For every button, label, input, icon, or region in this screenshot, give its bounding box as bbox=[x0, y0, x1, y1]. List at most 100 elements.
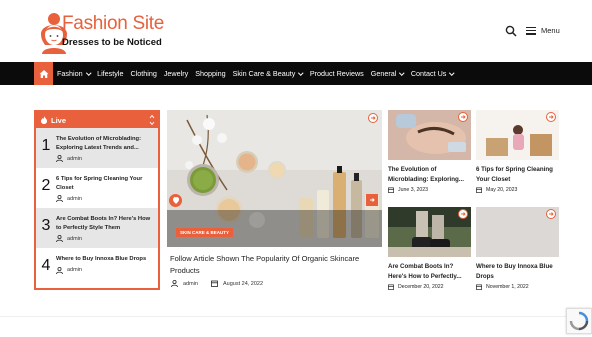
category-badge[interactable]: SKIN CARE & BEAUTY bbox=[176, 228, 234, 237]
live-list-item[interactable]: 2 6 Tips for Spring Cleaning Your Closet a… bbox=[36, 168, 158, 208]
live-item-author[interactable]: admin bbox=[67, 267, 82, 273]
user-icon bbox=[56, 235, 63, 242]
post-card-title[interactable]: The Evolution of Microblading: Exploring… bbox=[388, 165, 473, 184]
live-list-item[interactable]: 4 Where to Buy Innoxa Blue Drops admin bbox=[36, 248, 158, 288]
nav-item-label: Lifestyle bbox=[97, 69, 124, 78]
nav-item-label: Contact Us bbox=[410, 69, 447, 78]
calendar-icon bbox=[476, 284, 482, 290]
page: Fashion Site Dresses to be Noticed Menu … bbox=[0, 0, 592, 337]
open-arrow-icon[interactable] bbox=[458, 112, 468, 122]
live-heading: Live bbox=[51, 115, 67, 125]
live-item-body: Where to Buy Innoxa Blue Drops admin bbox=[56, 248, 158, 288]
site-tagline: Dresses to be Noticed bbox=[62, 37, 162, 48]
featured-date: August 24, 2022 bbox=[222, 280, 264, 287]
open-arrow-icon[interactable] bbox=[368, 113, 378, 123]
next-arrow-button[interactable] bbox=[366, 194, 378, 206]
chevron-down-icon bbox=[85, 70, 91, 75]
chevron-down-icon bbox=[298, 70, 304, 75]
live-item-number: 1 bbox=[41, 137, 51, 154]
post-card-image[interactable] bbox=[476, 207, 559, 257]
live-item-title[interactable]: Are Combat Boots In? Here's How to Perfe… bbox=[56, 215, 154, 232]
user-icon bbox=[56, 195, 63, 202]
calendar-icon bbox=[388, 284, 394, 290]
live-list-item[interactable]: 1 The Evolution of Microblading: Explorin… bbox=[36, 128, 158, 168]
post-card-meta: May 20, 2023 bbox=[476, 187, 517, 193]
live-item-title[interactable]: 6 Tips for Spring Cleaning Your Closet bbox=[56, 175, 154, 192]
open-arrow-icon[interactable] bbox=[546, 209, 556, 219]
open-arrow-icon[interactable] bbox=[458, 209, 468, 219]
live-item-author[interactable]: admin bbox=[67, 156, 82, 162]
home-button[interactable] bbox=[34, 62, 53, 85]
live-item-title[interactable]: Where to Buy Innoxa Blue Drops bbox=[56, 255, 154, 264]
nav-item-fashion[interactable]: Fashion bbox=[57, 69, 91, 78]
post-card-date: November 1, 2022 bbox=[486, 284, 529, 290]
post-card-image[interactable] bbox=[476, 110, 559, 160]
post-card-title[interactable]: Where to Buy Innoxa Blue Drops bbox=[476, 262, 561, 281]
live-item-author[interactable]: admin bbox=[67, 236, 82, 242]
live-item-number: 2 bbox=[41, 177, 51, 194]
post-card-date: June 3, 2023 bbox=[398, 187, 428, 193]
hamburger-icon bbox=[526, 26, 536, 35]
section-divider bbox=[0, 316, 592, 317]
home-icon bbox=[39, 69, 48, 78]
nav-item-product-reviews[interactable]: Product Reviews bbox=[310, 69, 364, 78]
post-card-title[interactable]: 6 Tips for Spring Cleaning Your Closet bbox=[476, 165, 561, 184]
post-card-image[interactable] bbox=[388, 207, 471, 257]
user-icon bbox=[171, 280, 178, 287]
post-card-image[interactable] bbox=[388, 110, 471, 160]
bookmark-icon[interactable] bbox=[169, 194, 182, 207]
featured-image[interactable] bbox=[167, 110, 382, 247]
featured-author[interactable]: admin bbox=[183, 281, 198, 287]
live-item-title[interactable]: The Evolution of Microblading: Exploring… bbox=[56, 135, 154, 152]
nav-item-label: Jewelry bbox=[163, 69, 189, 78]
nav-item-general[interactable]: General bbox=[370, 69, 405, 78]
chevron-down-icon bbox=[399, 70, 405, 75]
nav-items: Fashion Lifestyle Clothing Jewelry Shopping S… bbox=[57, 62, 455, 85]
post-card-meta: December 20, 2022 bbox=[388, 284, 444, 290]
recaptcha-badge[interactable] bbox=[566, 308, 592, 334]
menu-label: Menu bbox=[541, 26, 560, 35]
site-title[interactable]: Fashion Site bbox=[62, 13, 164, 35]
nav-item-clothing[interactable]: Clothing bbox=[130, 69, 156, 78]
nav-item-label: Shopping bbox=[195, 69, 226, 78]
calendar-icon bbox=[476, 187, 482, 193]
live-item-meta: admin bbox=[56, 155, 154, 162]
live-item-number: 4 bbox=[41, 257, 51, 274]
calendar-icon bbox=[211, 280, 218, 287]
live-item-number: 3 bbox=[41, 217, 51, 234]
flame-icon bbox=[41, 116, 47, 124]
nav-item-skin-care-beauty[interactable]: Skin Care & Beauty bbox=[232, 69, 304, 78]
live-item-meta: admin bbox=[56, 195, 154, 202]
user-icon bbox=[56, 155, 63, 162]
nav-item-label: General bbox=[370, 69, 397, 78]
live-item-meta: admin bbox=[56, 235, 154, 242]
post-card-title[interactable]: Are Combat Boots In? Here's How to Perfe… bbox=[388, 262, 473, 281]
skincare-photo bbox=[167, 110, 382, 247]
site-header: Fashion Site Dresses to be Noticed Menu bbox=[0, 0, 592, 62]
chevron-down-icon bbox=[449, 70, 455, 75]
open-arrow-icon[interactable] bbox=[546, 112, 556, 122]
nav-item-jewelry[interactable]: Jewelry bbox=[164, 69, 188, 78]
scroll-arrows-icon[interactable] bbox=[149, 114, 155, 126]
live-list-item[interactable]: 3 Are Combat Boots In? Here's How to Perf… bbox=[36, 208, 158, 248]
nav-item-lifestyle[interactable]: Lifestyle bbox=[97, 69, 123, 78]
calendar-icon bbox=[388, 187, 394, 193]
nav-item-shopping[interactable]: Shopping bbox=[195, 69, 225, 78]
nav-item-label: Skin Care & Beauty bbox=[232, 69, 296, 78]
search-icon[interactable] bbox=[505, 25, 517, 37]
recaptcha-icon bbox=[569, 311, 589, 331]
nav-item-label: Fashion bbox=[57, 69, 83, 78]
nav-item-contact-us[interactable]: Contact Us bbox=[410, 69, 455, 78]
live-item-author[interactable]: admin bbox=[67, 196, 82, 202]
featured-meta: admin August 24, 2022 bbox=[171, 280, 263, 287]
live-item-body: 6 Tips for Spring Cleaning Your Closet ad… bbox=[56, 168, 158, 208]
nav-item-label: Clothing bbox=[130, 69, 157, 78]
menu-button[interactable]: Menu bbox=[526, 26, 560, 35]
live-header: Live bbox=[36, 112, 158, 128]
featured-title[interactable]: Follow Article Shown The Popularity Of O… bbox=[170, 253, 380, 277]
post-card-meta: June 3, 2023 bbox=[388, 187, 428, 193]
live-list: 1 The Evolution of Microblading: Explorin… bbox=[36, 128, 158, 288]
post-card-date: December 20, 2022 bbox=[398, 284, 444, 290]
post-card-meta: November 1, 2022 bbox=[476, 284, 529, 290]
user-icon bbox=[56, 266, 63, 274]
